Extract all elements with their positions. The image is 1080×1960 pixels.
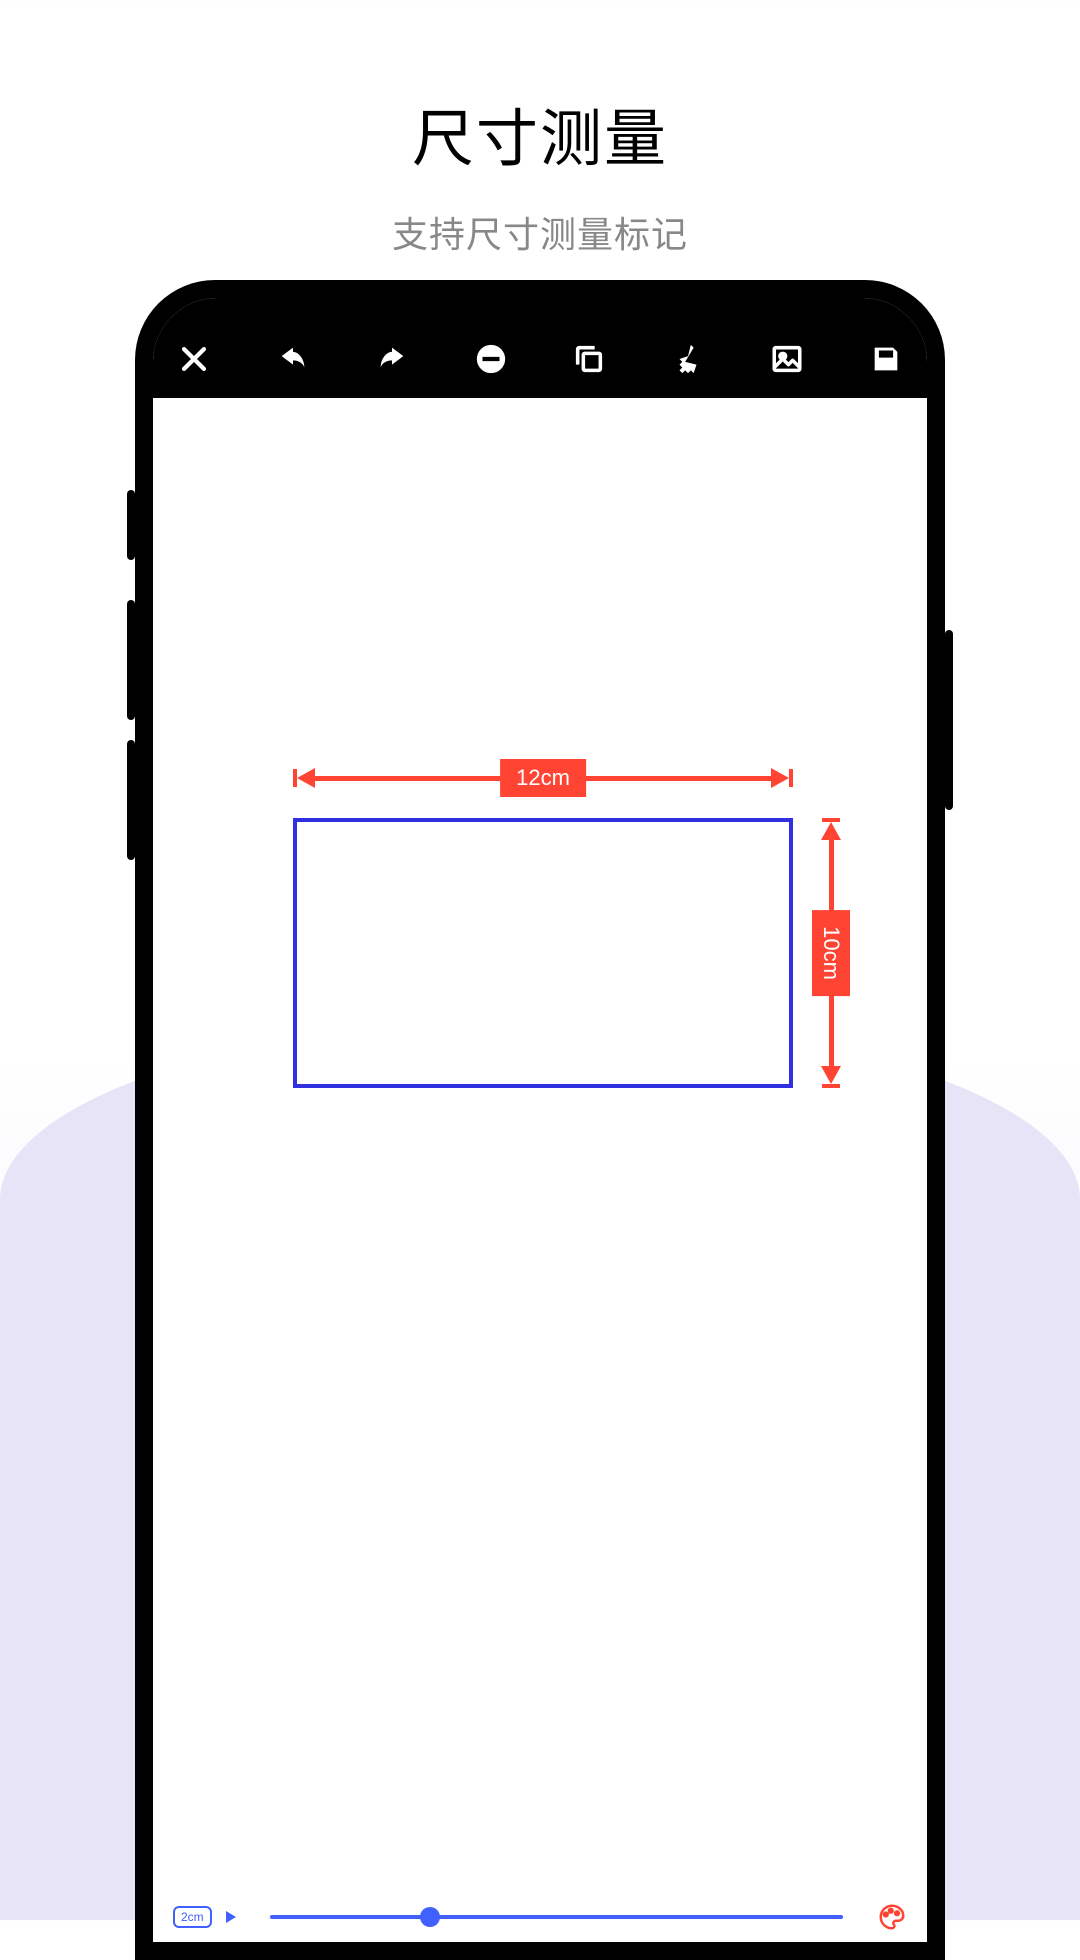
horizontal-measure[interactable]: 12cm <box>293 768 793 788</box>
phone-frame: 12cm 10cm 2cm <box>135 280 945 1960</box>
save-icon[interactable] <box>869 342 903 376</box>
measure-cap-icon <box>789 769 793 787</box>
vertical-measure[interactable]: 10cm <box>821 818 841 1088</box>
drawing-canvas[interactable]: 12cm 10cm 2cm <box>153 398 927 1942</box>
phone-side-button <box>127 740 135 860</box>
remove-icon[interactable] <box>474 342 508 376</box>
arrow-up-icon <box>821 822 841 840</box>
scale-badge[interactable]: 2cm <box>173 1906 212 1928</box>
copy-icon[interactable] <box>572 342 606 376</box>
undo-icon[interactable] <box>276 342 310 376</box>
clean-icon[interactable] <box>671 342 705 376</box>
thickness-slider[interactable] <box>270 1915 843 1919</box>
image-icon[interactable] <box>770 342 804 376</box>
slider-thumb[interactable] <box>420 1907 440 1927</box>
redo-icon[interactable] <box>375 342 409 376</box>
phone-screen: 12cm 10cm 2cm <box>153 298 927 1942</box>
page-subtitle: 支持尺寸测量标记 <box>0 206 1080 258</box>
drawn-rectangle[interactable] <box>293 818 793 1088</box>
close-icon[interactable] <box>177 342 211 376</box>
palette-icon[interactable] <box>877 1902 907 1932</box>
arrow-down-icon <box>821 1066 841 1084</box>
phone-side-button <box>127 490 135 560</box>
arrow-right-icon <box>771 768 789 788</box>
measure-cap-icon <box>822 1084 840 1088</box>
page-title: 尺寸测量 <box>0 0 1080 178</box>
arrow-left-icon <box>297 768 315 788</box>
measure-width-label: 12cm <box>500 759 586 797</box>
app-toolbar <box>153 298 927 398</box>
arrow-right-icon <box>226 1911 236 1923</box>
phone-side-button <box>127 600 135 720</box>
phone-side-button <box>945 630 953 810</box>
bottom-toolbar: 2cm <box>153 1892 927 1942</box>
measure-height-label: 10cm <box>812 910 850 996</box>
